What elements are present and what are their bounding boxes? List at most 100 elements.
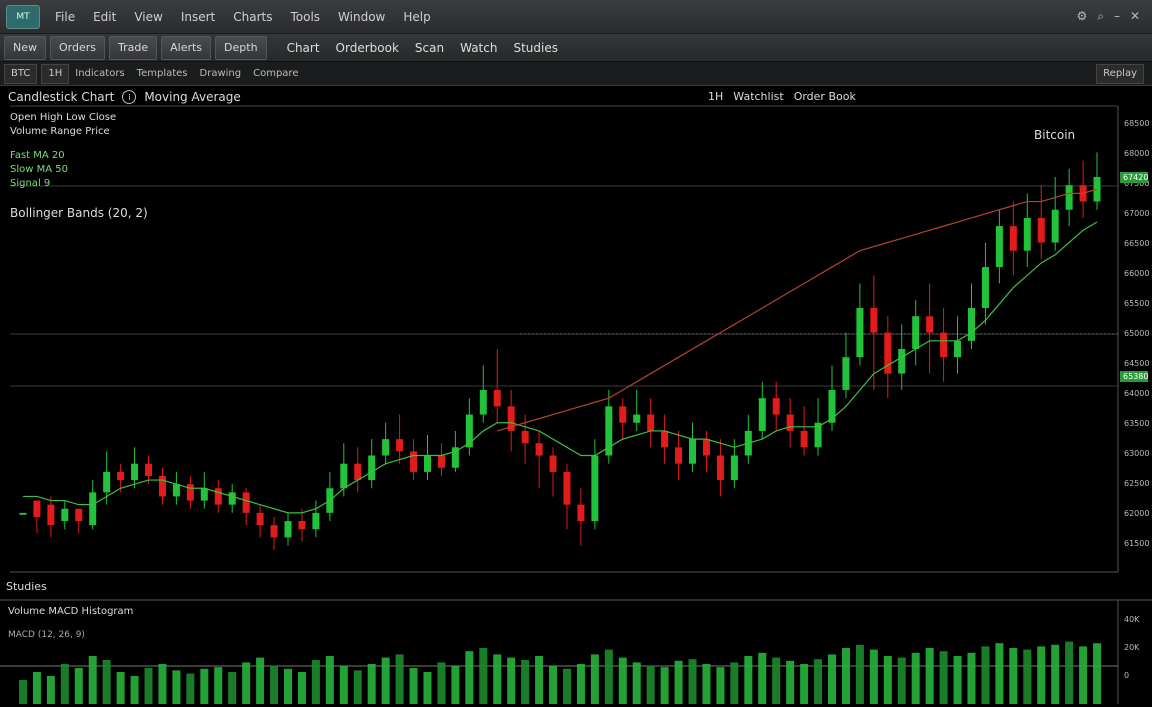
volume-bar (46, 676, 55, 704)
minimize-icon[interactable]: – (1114, 9, 1120, 24)
candle-body (493, 389, 501, 407)
volume-bar (284, 668, 292, 704)
toolbar-orders-button[interactable]: Orders (50, 35, 105, 60)
candle-body (800, 430, 808, 448)
price-axis-label: 65000 (1124, 329, 1149, 338)
volume-bar (74, 668, 83, 704)
menu-item-help[interactable]: Help (394, 10, 439, 24)
volume-bar (911, 652, 920, 704)
menu-item-tools[interactable]: Tools (281, 10, 329, 24)
chart-toolbar-drawing[interactable]: Drawing (194, 68, 248, 79)
watchlist-tab[interactable]: Watchlist (733, 90, 783, 103)
candle-body (535, 443, 543, 456)
price-axis-label: 65500 (1124, 299, 1149, 308)
volume-bar (297, 672, 306, 704)
volume-axis-label: 40K (1124, 615, 1140, 624)
volume-bar (786, 660, 795, 704)
timeframe-selector[interactable]: 1H (41, 63, 70, 84)
chart-toolbar-indicators[interactable]: Indicators (69, 68, 130, 79)
candle-body (577, 504, 585, 522)
toolbar-trade-button[interactable]: Trade (109, 35, 158, 60)
candle-body (591, 455, 599, 522)
volume-bar (841, 648, 850, 704)
price-highlight-label: 65380 (1123, 372, 1148, 381)
ma-fast-label: Fast MA 20 (10, 150, 65, 161)
menu-item-file[interactable]: File (46, 10, 84, 24)
candle-body (228, 492, 236, 505)
candle-body (103, 471, 111, 493)
toolbar-buttons: New Orders Trade Alerts Depth (0, 35, 267, 60)
candle-body (981, 267, 989, 309)
candle-body (926, 316, 934, 333)
volume-chart[interactable]: 40K 20K 0 (0, 598, 1152, 704)
replay-button[interactable]: Replay (1096, 63, 1144, 84)
candle-body (1051, 209, 1059, 243)
ohlc-readout: Open High Low Close (10, 112, 117, 123)
candle-body (619, 406, 627, 423)
volume-pane[interactable]: 40K 20K 0 Volume MACD Histogram MACD (12, … (0, 598, 1152, 704)
toolbar-new-button[interactable]: New (4, 35, 46, 60)
volume-bar (228, 672, 237, 704)
toolbar-watch-tab[interactable]: Watch (452, 41, 505, 55)
volume-bar (32, 672, 41, 704)
volume-bar (465, 651, 474, 704)
price-axis-label: 63000 (1124, 449, 1149, 458)
toolbar-chart-tab[interactable]: Chart (279, 41, 328, 55)
volume-bar (800, 664, 809, 704)
symbol-selector[interactable]: BTC (4, 63, 38, 84)
toolbar-alerts-button[interactable]: Alerts (161, 35, 212, 60)
toolbar-depth-button[interactable]: Depth (215, 35, 267, 60)
info-icon[interactable]: i (122, 90, 137, 104)
close-icon[interactable]: ✕ (1130, 9, 1140, 24)
candle-body (563, 471, 571, 505)
menu-item-view[interactable]: View (125, 10, 171, 24)
candle-body (47, 504, 55, 526)
chart-toolbar-templates[interactable]: Templates (131, 68, 194, 79)
candle-body (19, 512, 27, 515)
timeframe-tag[interactable]: 1H (708, 90, 723, 103)
toolbar-orderbook-tab[interactable]: Orderbook (328, 41, 407, 55)
orderbook-tab[interactable]: Order Book (794, 90, 856, 103)
menu-item-edit[interactable]: Edit (84, 10, 125, 24)
price-axis: 6850068000675006700066500660006550065000… (1124, 119, 1149, 548)
candle-body (214, 488, 222, 505)
menu-item-window[interactable]: Window (329, 10, 394, 24)
volume-bar (409, 668, 418, 704)
volume-bar (688, 659, 697, 704)
candle-body (396, 439, 404, 452)
candle-body (772, 398, 780, 415)
candle-body (521, 430, 529, 444)
macd-label: MACD (12, 26, 9) (8, 630, 85, 640)
volume-header: Volume MACD Histogram (8, 606, 134, 617)
candle-body (340, 463, 348, 489)
settings-icon[interactable]: ⚙ (1076, 9, 1087, 24)
menu-item-insert[interactable]: Insert (172, 10, 224, 24)
candle-body (131, 463, 139, 481)
volume-bar (953, 656, 962, 704)
candle-body (898, 349, 906, 374)
candle-body (298, 521, 306, 530)
candle-body (256, 512, 264, 526)
candle (19, 512, 27, 515)
candle-body (675, 447, 683, 464)
search-icon[interactable]: ⌕ (1097, 9, 1104, 24)
candle-body (661, 430, 669, 448)
volume-axis-label: 20K (1124, 643, 1140, 652)
chart-toolbar-compare[interactable]: Compare (247, 68, 304, 79)
chart-type-label: Candlestick Chart (8, 90, 115, 104)
price-axis-label: 62000 (1124, 509, 1149, 518)
price-chart[interactable]: 6850068000675006700066500660006550065000… (0, 86, 1152, 576)
toolbar-scan-tab[interactable]: Scan (407, 41, 452, 55)
volume-bar (1009, 648, 1018, 704)
volume-bar (479, 648, 488, 704)
price-axis-label: 66500 (1124, 239, 1149, 248)
candle-body (995, 226, 1003, 268)
candle-body (465, 414, 473, 448)
candle-body (633, 414, 641, 423)
candle-body (954, 340, 962, 358)
volume-bar (730, 662, 739, 704)
menu-item-charts[interactable]: Charts (224, 10, 281, 24)
chart-pane[interactable]: 68500 68000 67500 67000 66500 66000 65500 65000… (0, 86, 1152, 576)
volume-bar (1065, 641, 1074, 704)
toolbar-studies-tab[interactable]: Studies (505, 41, 566, 55)
